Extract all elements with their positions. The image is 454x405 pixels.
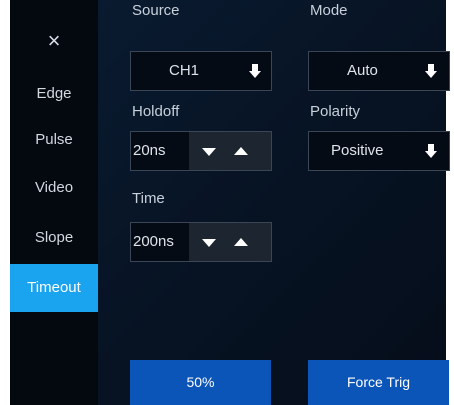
sidebar-item-pulse[interactable]: Pulse: [10, 116, 98, 164]
polarity-value: Positive: [331, 142, 384, 159]
time-stepper[interactable]: 200ns: [130, 222, 272, 262]
fifty-percent-button[interactable]: 50%: [130, 360, 271, 405]
arrow-down-icon: [249, 64, 261, 80]
force-trig-label: Force Trig: [346, 374, 410, 390]
sidebar-item-label: Video: [34, 179, 74, 196]
source-select[interactable]: CH1: [130, 51, 272, 91]
sidebar-item-label: Timeout: [27, 279, 81, 296]
sidebar-item-edge[interactable]: Edge: [10, 70, 98, 118]
polarity-select[interactable]: Positive: [308, 131, 450, 171]
polarity-label: Polarity: [310, 103, 361, 120]
sidebar-item-label: Pulse: [35, 131, 73, 148]
increment-icon[interactable]: [234, 147, 248, 155]
decrement-icon[interactable]: [202, 148, 216, 156]
time-stepper-controls: [189, 223, 271, 261]
decrement-icon[interactable]: [202, 239, 216, 247]
sidebar-item-timeout[interactable]: Timeout: [10, 264, 98, 312]
force-trig-button[interactable]: Force Trig: [308, 360, 449, 405]
sidebar-item-label: Edge: [36, 85, 72, 102]
close-button[interactable]: ×: [10, 20, 98, 62]
trigger-settings-panel: × Edge Pulse Video Slope Timeout Source …: [10, 0, 450, 405]
close-icon: ×: [47, 28, 61, 53]
holdoff-label: Holdoff: [132, 103, 180, 120]
mode-label: Mode: [310, 2, 348, 19]
arrow-down-icon: [425, 64, 437, 80]
fifty-percent-label: 50%: [186, 374, 215, 390]
holdoff-value: 20ns: [133, 142, 166, 159]
trigger-type-sidebar: × Edge Pulse Video Slope Timeout: [10, 0, 98, 405]
holdoff-stepper[interactable]: 20ns: [130, 131, 272, 171]
increment-icon[interactable]: [234, 238, 248, 246]
sidebar-item-video[interactable]: Video: [10, 164, 98, 212]
source-value: CH1: [169, 62, 200, 79]
mode-select[interactable]: Auto: [308, 51, 450, 91]
mode-value: Auto: [347, 62, 378, 79]
source-label: Source: [132, 2, 180, 19]
time-value: 200ns: [133, 233, 174, 250]
holdoff-stepper-controls: [189, 132, 271, 170]
time-label: Time: [132, 190, 165, 207]
sidebar-item-slope[interactable]: Slope: [10, 214, 98, 262]
sidebar-item-label: Slope: [34, 229, 74, 246]
arrow-down-icon: [425, 144, 437, 160]
